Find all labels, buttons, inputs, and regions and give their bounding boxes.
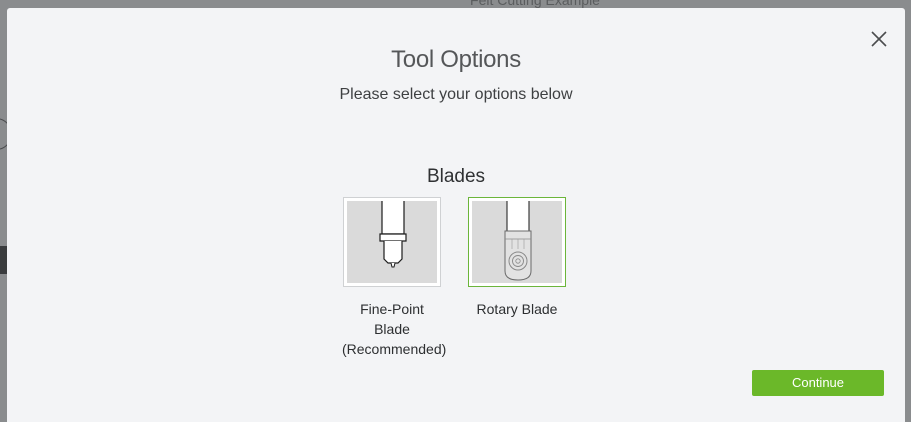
blade-thumbnail[interactable] xyxy=(343,197,441,287)
blade-option-fine-point[interactable]: Fine-Point Blade (Recommended) xyxy=(342,197,447,359)
project-title: Felt Cutting Example xyxy=(470,0,600,8)
rotary-blade-icon xyxy=(504,201,532,281)
blade-label: Fine-Point Blade (Recommended) xyxy=(342,301,447,357)
continue-button[interactable]: Continue xyxy=(752,370,884,396)
dialog-title: Tool Options xyxy=(391,46,521,73)
blade-thumbnail-selected[interactable] xyxy=(468,197,566,287)
tool-options-dialog: Tool Options Please select your options … xyxy=(7,8,905,422)
blades-section-title: Blades xyxy=(426,166,486,187)
blade-label: Rotary Blade xyxy=(476,301,558,317)
dialog-subtitle: Please select your options below xyxy=(339,86,573,103)
blade-option-rotary[interactable]: Rotary Blade xyxy=(467,197,567,319)
fine-point-blade-icon xyxy=(379,201,407,268)
